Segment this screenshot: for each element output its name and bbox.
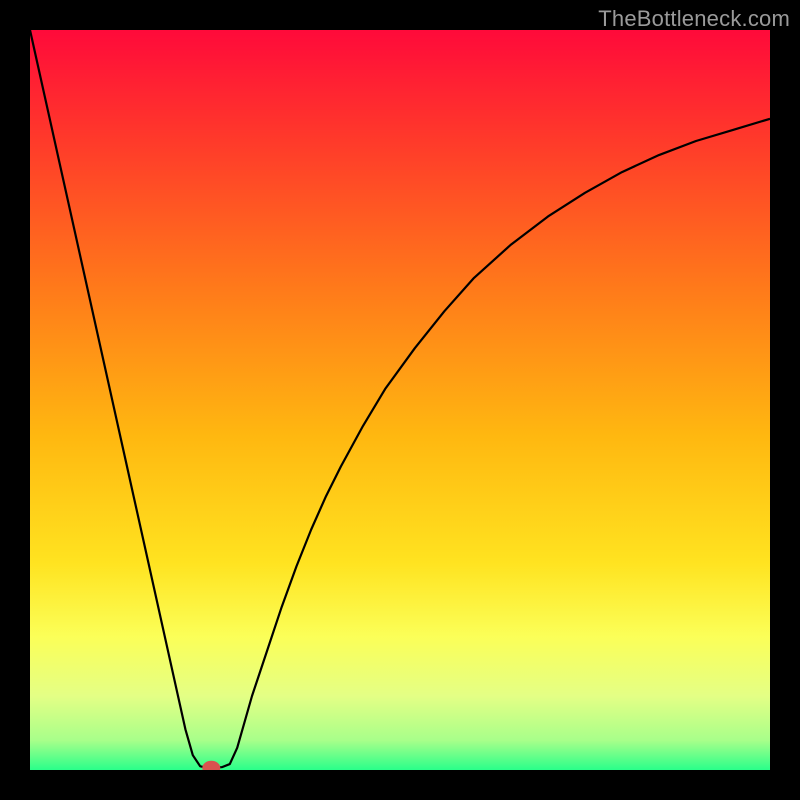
watermark-text: TheBottleneck.com <box>598 6 790 32</box>
bottleneck-chart-svg <box>30 30 770 770</box>
chart-background <box>30 30 770 770</box>
chart-area <box>30 30 770 770</box>
